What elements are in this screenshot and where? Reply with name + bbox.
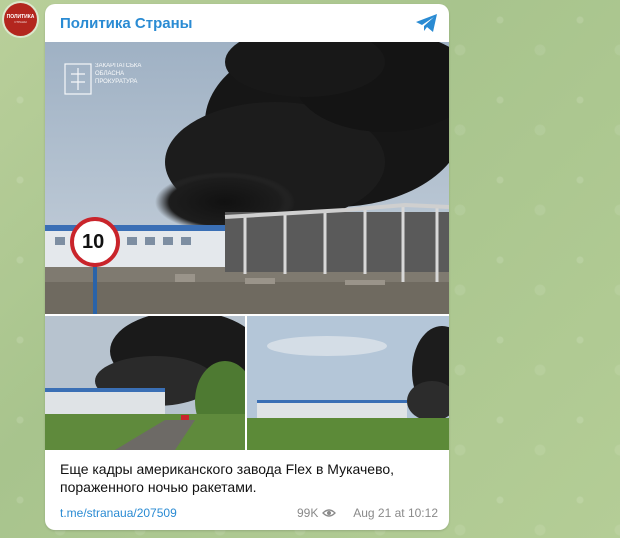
telegram-share-icon[interactable] [415, 13, 439, 33]
message-footer: t.me/stranaua/207509 99K Aug 21 at 10:12 [60, 506, 438, 522]
message-card: Политика Страны 10 ЗАКАРПАТСЬКА ОБЛАСНА … [45, 4, 449, 530]
post-timestamp: Aug 21 at 10:12 [353, 506, 438, 520]
eye-icon [322, 509, 336, 517]
post-link[interactable]: t.me/stranaua/207509 [60, 506, 177, 520]
watermark-line-3: ПРОКУРАТУРА [95, 79, 138, 85]
caption-line-1: Еще кадры американского завода Flex в Му… [60, 461, 395, 477]
message-header: Политика Страны [45, 4, 449, 42]
message-caption: Еще кадры американского завода Flex в Му… [60, 460, 440, 496]
photo-factory-fire-main[interactable]: 10 ЗАКАРПАТСЬКА ОБЛАСНА ПРОКУРАТУРА [45, 42, 449, 314]
channel-avatar[interactable]: ПОЛИТИКА СТРАНЫ [4, 3, 37, 36]
caption-line-2: пораженного ночью ракетами. [60, 479, 257, 495]
photo-factory-fire-road[interactable] [45, 316, 245, 450]
view-count: 99K [297, 506, 319, 520]
speed-sign-label: 10 [82, 231, 105, 253]
prosecutor-watermark: ЗАКАРПАТСЬКА ОБЛАСНА ПРОКУРАТУРА [95, 62, 141, 86]
avatar-subtext: СТРАНЫ [14, 19, 27, 24]
photo-factory-fire-distance[interactable] [247, 316, 449, 450]
channel-name[interactable]: Политика Страны [60, 15, 192, 32]
watermark-line-2: ОБЛАСНА [95, 71, 125, 77]
watermark-line-1: ЗАКАРПАТСЬКА [95, 63, 142, 69]
